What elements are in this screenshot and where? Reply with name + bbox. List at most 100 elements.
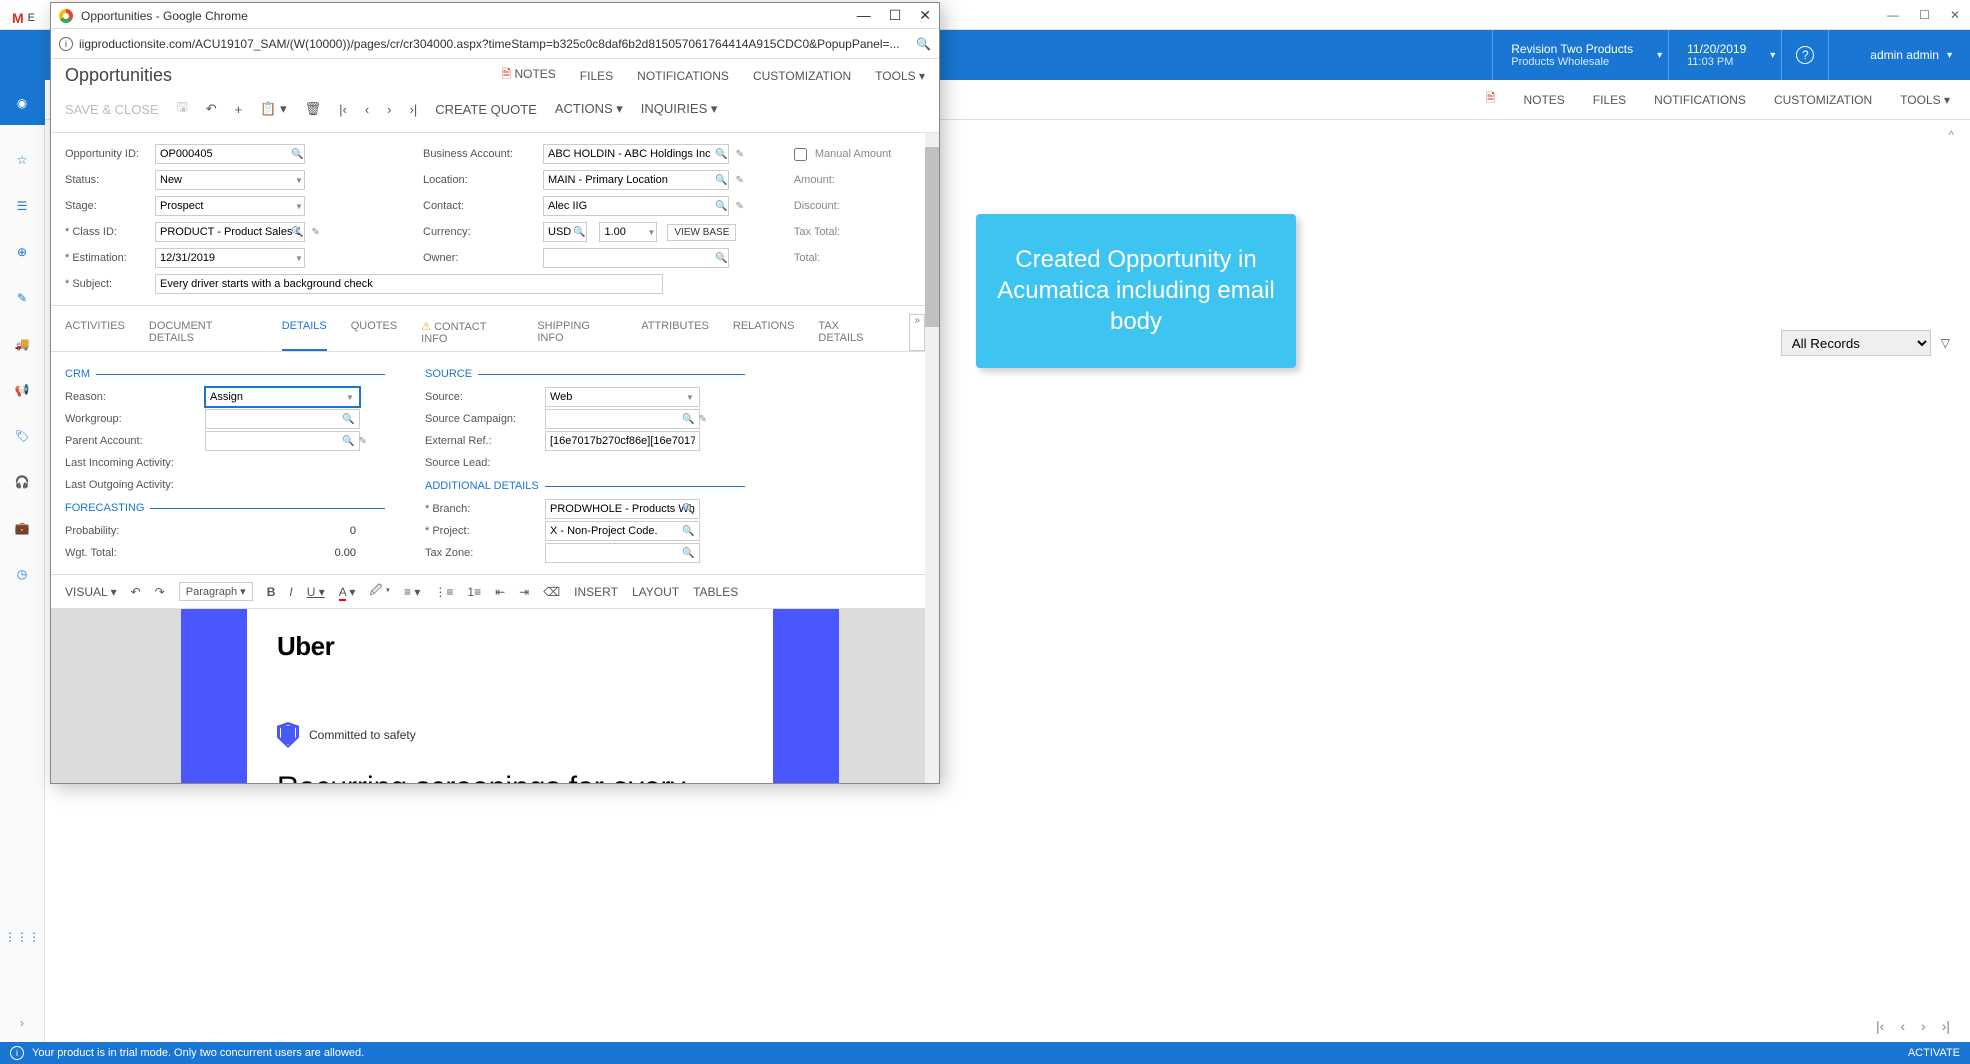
tab-details[interactable]: DETAILS — [282, 314, 327, 351]
search-icon[interactable]: 🔍 — [342, 436, 354, 447]
collapse-summary-icon[interactable]: ^ — [1948, 128, 1954, 142]
popup-close[interactable]: ✕ — [919, 7, 931, 24]
next-record-icon[interactable]: › — [387, 102, 391, 117]
notes-link[interactable]: NOTES — [514, 67, 555, 81]
contact-input[interactable] — [543, 196, 729, 216]
search-icon[interactable]: 🔍 — [291, 149, 303, 160]
home-icon[interactable]: ◉ — [0, 80, 45, 125]
loc-input[interactable] — [543, 170, 729, 190]
clear-format-icon[interactable]: ⌫ — [543, 585, 560, 599]
activate-link[interactable]: ACTIVATE — [1908, 1047, 1960, 1059]
create-quote-button[interactable]: CREATE QUOTE — [435, 102, 537, 117]
last-record-icon[interactable]: ›| — [410, 102, 418, 117]
headset-icon[interactable]: 🎧 — [11, 471, 33, 493]
chevron-down-icon[interactable]: ▼ — [647, 228, 655, 237]
project-input[interactable] — [545, 521, 700, 541]
search-icon[interactable]: 🔍 — [682, 504, 694, 515]
bullet-list-icon[interactable]: ⋮≡ — [434, 585, 453, 599]
customization-link[interactable]: CUSTOMIZATION — [753, 69, 851, 83]
search-icon[interactable]: 🔍 — [715, 253, 727, 264]
bg-minimize[interactable]: — — [1887, 8, 1899, 22]
shipments-icon[interactable]: 🚚 — [11, 333, 33, 355]
editor-undo-icon[interactable]: ↶ — [131, 585, 141, 599]
bg-files[interactable]: FILES — [1593, 93, 1626, 107]
source-input[interactable] — [545, 387, 700, 407]
chevron-down-icon[interactable]: ▼ — [686, 393, 694, 402]
apps-icon[interactable]: ⋮⋮⋮ — [11, 926, 33, 948]
add-icon[interactable]: ⊕ — [11, 241, 33, 263]
email-body-editor[interactable]: Uber Committed to safety Recurring scree… — [51, 609, 939, 783]
delete-icon[interactable]: 🗑 — [305, 101, 322, 117]
editor-redo-icon[interactable]: ↷ — [155, 585, 165, 599]
body-scrollbar[interactable] — [925, 133, 939, 783]
indent-icon[interactable]: ⇥ — [519, 585, 529, 599]
pencil-icon[interactable]: ✎ — [735, 175, 743, 186]
tab-document-details[interactable]: DOCUMENT DETAILS — [149, 314, 258, 351]
clipboard-icon[interactable]: 📋 ▾ — [260, 101, 286, 117]
business-date[interactable]: 11/20/2019 11:03 PM — [1668, 30, 1764, 80]
search-icon[interactable]: 🔍 — [715, 175, 727, 186]
add-new-icon[interactable]: + — [235, 102, 243, 117]
filter-icon[interactable]: ▽ — [1941, 336, 1950, 350]
undo-icon[interactable]: ↶ — [206, 101, 217, 117]
expand-sidebar-icon[interactable]: › — [11, 1012, 33, 1034]
visual-mode-button[interactable]: VISUAL ▾ — [65, 585, 117, 599]
owner-input[interactable] — [543, 248, 729, 268]
taxzone-input[interactable] — [545, 543, 700, 563]
search-icon[interactable]: 🔍 — [682, 414, 694, 425]
actions-menu[interactable]: ACTIONS ▾ — [555, 101, 623, 117]
save-close-button[interactable]: SAVE & CLOSE — [65, 102, 159, 117]
save-icon[interactable]: 🖫 — [177, 98, 188, 120]
user-menu[interactable]: 👤 admin admin ▾ — [1828, 30, 1970, 80]
bg-customization[interactable]: CUSTOMIZATION — [1774, 93, 1872, 107]
favorites-icon[interactable]: ☆ — [11, 149, 33, 171]
paragraph-select[interactable]: Paragraph ▾ — [179, 582, 253, 601]
help-button[interactable]: ? — [1781, 30, 1828, 80]
italic-icon[interactable]: I — [289, 585, 292, 599]
view-base-button[interactable]: VIEW BASE — [667, 224, 736, 241]
search-icon[interactable]: 🔍 — [715, 201, 727, 212]
tools-link[interactable]: TOOLS ▾ — [875, 69, 925, 83]
branch-input[interactable] — [545, 499, 700, 519]
pencil-icon[interactable]: ✎ — [735, 201, 743, 212]
tab-relations[interactable]: RELATIONS — [733, 314, 795, 351]
estimation-input[interactable] — [155, 248, 305, 268]
manual-amount-checkbox[interactable] — [794, 148, 807, 161]
number-list-icon[interactable]: 1≡ — [467, 585, 481, 599]
tables-menu[interactable]: TABLES — [693, 585, 738, 599]
campaign-input[interactable] — [545, 409, 700, 429]
search-icon[interactable]: 🔍 — [342, 414, 354, 425]
underline-icon[interactable]: U ▾ — [307, 585, 325, 599]
search-icon[interactable]: 🔍 — [682, 526, 694, 537]
bg-tools[interactable]: TOOLS ▾ — [1900, 93, 1950, 107]
files-link[interactable]: FILES — [580, 69, 613, 83]
last-page-icon[interactable]: ›| — [1942, 1018, 1950, 1034]
prev-page-icon[interactable]: ‹ — [1900, 1018, 1905, 1034]
extref-input[interactable] — [545, 431, 700, 451]
inquiries-menu[interactable]: INQUIRIES ▾ — [641, 101, 718, 117]
tab-shipping-info[interactable]: SHIPPING INFO — [537, 314, 617, 351]
search-addr-icon[interactable]: 🔍 — [916, 37, 931, 51]
workgroup-input[interactable] — [205, 409, 360, 429]
bg-maximize[interactable]: ☐ — [1919, 8, 1930, 22]
chevron-down-icon[interactable]: ▼ — [346, 393, 354, 402]
first-record-icon[interactable]: |‹ — [339, 102, 347, 117]
outdent-icon[interactable]: ⇤ — [495, 585, 505, 599]
data-views-icon[interactable]: ☰ — [11, 195, 33, 217]
notifications-link[interactable]: NOTIFICATIONS — [637, 69, 729, 83]
align-icon[interactable]: ≡ ▾ — [404, 585, 420, 599]
status-input[interactable] — [155, 170, 305, 190]
bg-notes[interactable]: NOTES — [1523, 93, 1564, 107]
class-input[interactable] — [155, 222, 305, 242]
biz-input[interactable] — [543, 144, 729, 164]
chevron-down-icon[interactable]: ▼ — [295, 202, 303, 211]
pencil-icon[interactable]: ✎ — [698, 414, 706, 425]
search-icon[interactable]: 🔍 — [682, 548, 694, 559]
chevron-down-icon[interactable]: ▼ — [295, 176, 303, 185]
bg-filter-select[interactable]: All Records — [1781, 330, 1931, 356]
highlight-icon[interactable]: 🖉 ▾ — [369, 581, 390, 602]
tab-activities[interactable]: ACTIVITIES — [65, 314, 125, 351]
text-color-icon[interactable]: A ▾ — [339, 585, 356, 599]
popup-maximize[interactable]: ☐ — [889, 7, 902, 24]
dashboards-icon[interactable]: ◷ — [11, 563, 33, 585]
